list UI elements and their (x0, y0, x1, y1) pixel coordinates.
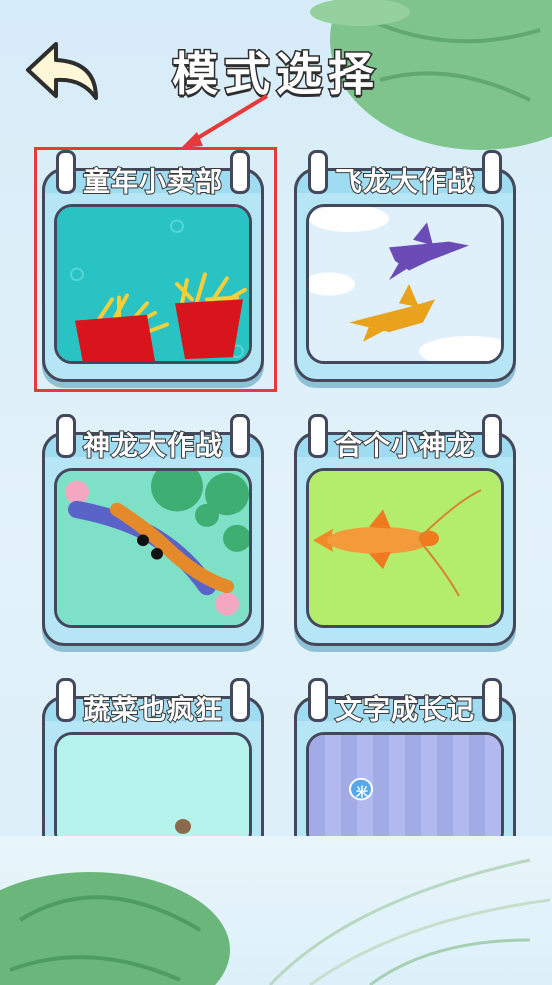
word-badge: 米 (355, 785, 368, 799)
mode-card-label: 合个小神龙 (334, 430, 475, 463)
mode-card-divine-dragon-battle[interactable]: 神龙大作战 (42, 414, 264, 646)
page-title: 模式选择 (171, 46, 380, 103)
mode-card-label: 蔬菜也疯狂 (82, 694, 223, 727)
mode-card-merge-little-dragon[interactable]: 合个小神龙 (294, 414, 516, 646)
mode-card-label: 神龙大作战 (82, 430, 223, 463)
bottom-fade (0, 836, 552, 985)
koi-pond-art (54, 468, 252, 628)
vegetables-art (54, 732, 252, 850)
mode-card-flying-dragon-battle[interactable]: 飞龙大作战 (294, 150, 516, 382)
mode-card-label: 童年小卖部 (82, 166, 223, 199)
flying-dragons-art (306, 204, 504, 364)
character-growth-art: 米 (306, 732, 504, 850)
french-fries-art (54, 204, 252, 364)
mode-card-label: 飞龙大作战 (334, 166, 475, 199)
golden-fish-art (306, 468, 504, 628)
mode-card-label: 文字成长记 (334, 694, 475, 727)
mode-card-childhood-shop[interactable]: 童年小卖部 (42, 150, 264, 382)
pointer-arrow (181, 94, 269, 148)
